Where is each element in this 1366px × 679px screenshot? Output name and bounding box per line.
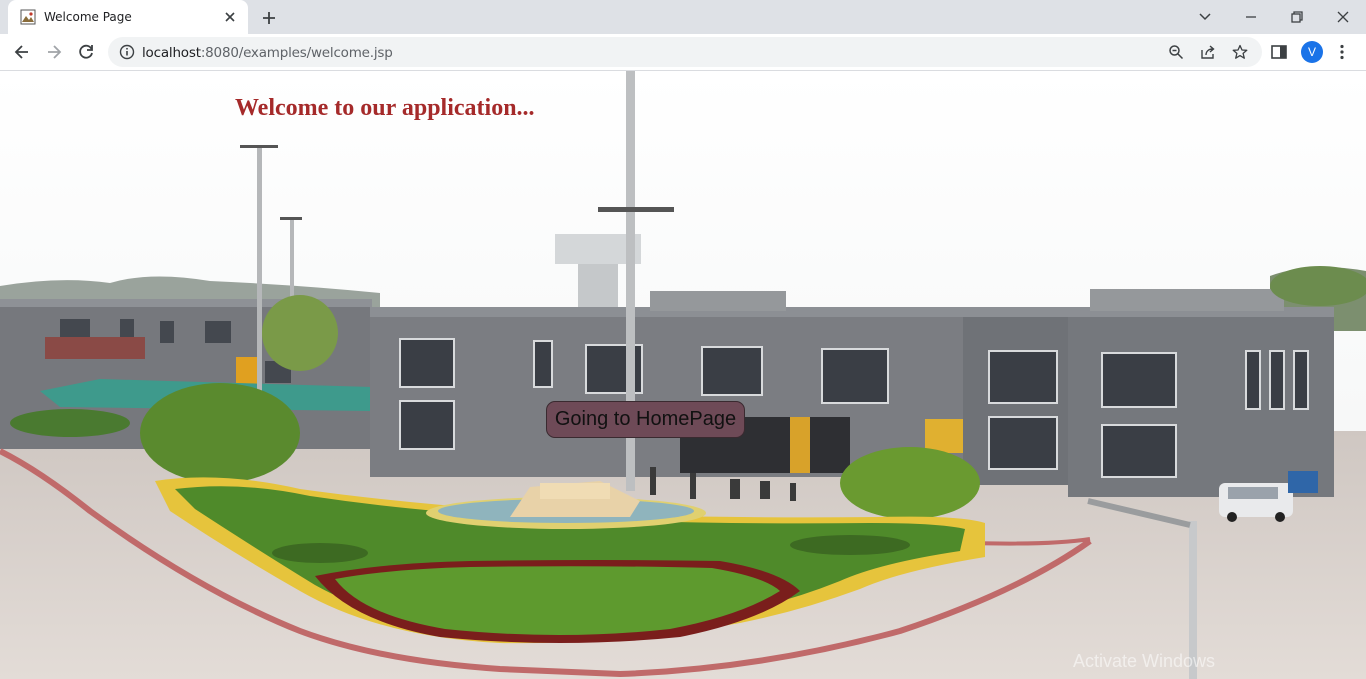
tab-title: Welcome Page	[44, 10, 132, 24]
forward-icon[interactable]	[44, 42, 64, 62]
profile-avatar[interactable]: V	[1301, 41, 1323, 63]
address-bar[interactable]: localhost:8080/examples/welcome.jsp	[108, 37, 1262, 67]
zoom-icon[interactable]	[1168, 44, 1184, 60]
url-text[interactable]: localhost:8080/examples/welcome.jsp	[142, 45, 393, 61]
share-icon[interactable]	[1200, 44, 1216, 60]
restore-icon[interactable]	[1287, 7, 1307, 27]
plus-icon[interactable]	[259, 8, 279, 28]
close-window-icon[interactable]	[1333, 7, 1353, 27]
minimize-icon[interactable]	[1241, 7, 1261, 27]
reload-icon[interactable]	[76, 42, 96, 62]
campus-background-image	[0, 71, 1366, 679]
tab-strip: Welcome Page	[0, 0, 1366, 34]
url-path: :8080/examples/welcome.jsp	[200, 45, 393, 61]
url-host: localhost	[142, 45, 201, 61]
favicon-icon	[20, 9, 36, 25]
browser-toolbar: localhost:8080/examples/welcome.jsp V	[0, 34, 1366, 71]
sidebar-icon[interactable]	[1270, 43, 1288, 61]
star-icon[interactable]	[1232, 44, 1248, 60]
chevron-down-icon[interactable]	[1195, 7, 1215, 27]
more-vert-icon[interactable]	[1337, 43, 1347, 61]
activate-windows-watermark: Activate Windows	[1073, 651, 1216, 671]
close-icon[interactable]	[222, 9, 238, 25]
info-icon[interactable]	[119, 44, 135, 60]
back-icon[interactable]	[12, 42, 32, 62]
going-to-homepage-button[interactable]: Going to HomePage	[546, 401, 745, 438]
page-title: Welcome to our application...	[235, 95, 535, 121]
tab-welcome-page[interactable]: Welcome Page	[8, 0, 248, 34]
page-viewport: Welcome to our application... Going to H…	[0, 71, 1366, 679]
